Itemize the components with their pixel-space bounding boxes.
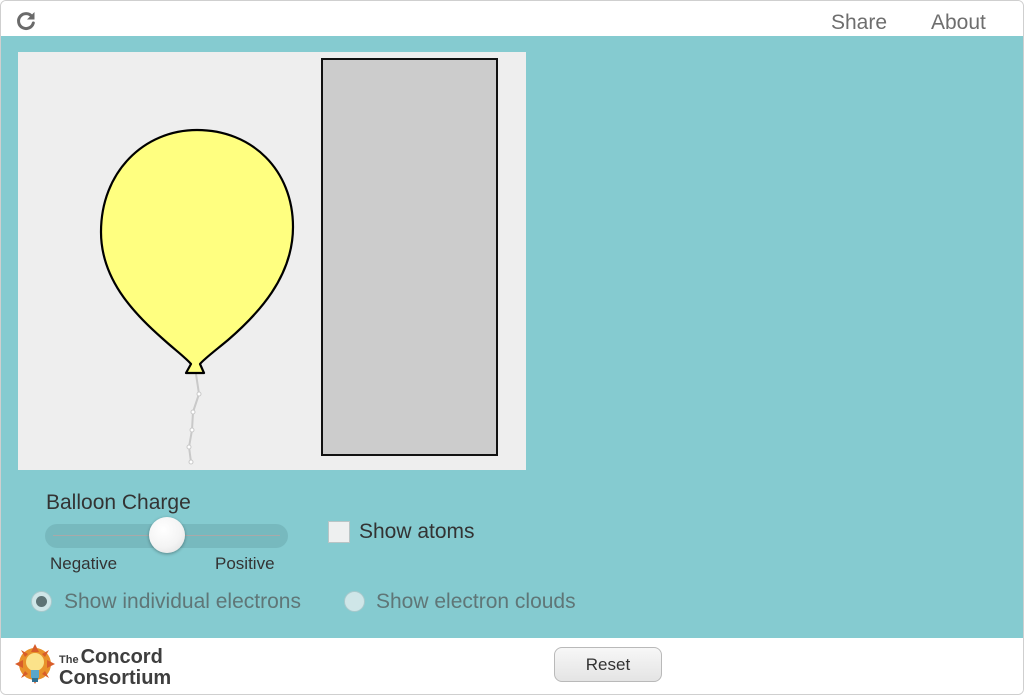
reset-button[interactable]: Reset bbox=[554, 647, 662, 682]
simulation-panel: Balloon Charge Negative Positive Show at… bbox=[1, 36, 1023, 638]
about-link[interactable]: About bbox=[931, 11, 986, 35]
radio-electron-clouds-label[interactable]: Show electron clouds bbox=[376, 590, 576, 614]
footer: The Concord Consortium Reset bbox=[1, 638, 1023, 694]
share-link[interactable]: Share bbox=[831, 11, 887, 35]
radio-individual-electrons[interactable] bbox=[31, 591, 52, 612]
slider-thumb[interactable] bbox=[148, 517, 185, 553]
top-bar: Share About bbox=[1, 1, 1023, 36]
slider-max-label: Positive bbox=[215, 554, 275, 573]
concord-logo-icon bbox=[15, 644, 59, 688]
balloon-charge-slider[interactable] bbox=[45, 517, 288, 553]
radio-individual-electrons-label[interactable]: Show individual electrons bbox=[64, 590, 301, 614]
show-atoms-label[interactable]: Show atoms bbox=[359, 520, 475, 544]
logo-line2: Consortium bbox=[59, 667, 172, 689]
balloon bbox=[99, 128, 295, 375]
balloon-charge-title: Balloon Charge bbox=[46, 491, 191, 514]
simulation-canvas bbox=[18, 52, 526, 470]
slider-min-label: Negative bbox=[50, 554, 118, 573]
wall bbox=[321, 58, 498, 456]
reload-icon[interactable] bbox=[15, 10, 37, 32]
logo-wordmark: The Concord Consortium bbox=[59, 646, 172, 689]
show-atoms-checkbox[interactable] bbox=[328, 521, 350, 543]
logo-the: The bbox=[59, 654, 79, 666]
logo-line1: Concord bbox=[80, 646, 163, 668]
radio-electron-clouds[interactable] bbox=[344, 591, 365, 612]
app-window: Share About Balloon Charge Negative Posi… bbox=[0, 0, 1024, 695]
